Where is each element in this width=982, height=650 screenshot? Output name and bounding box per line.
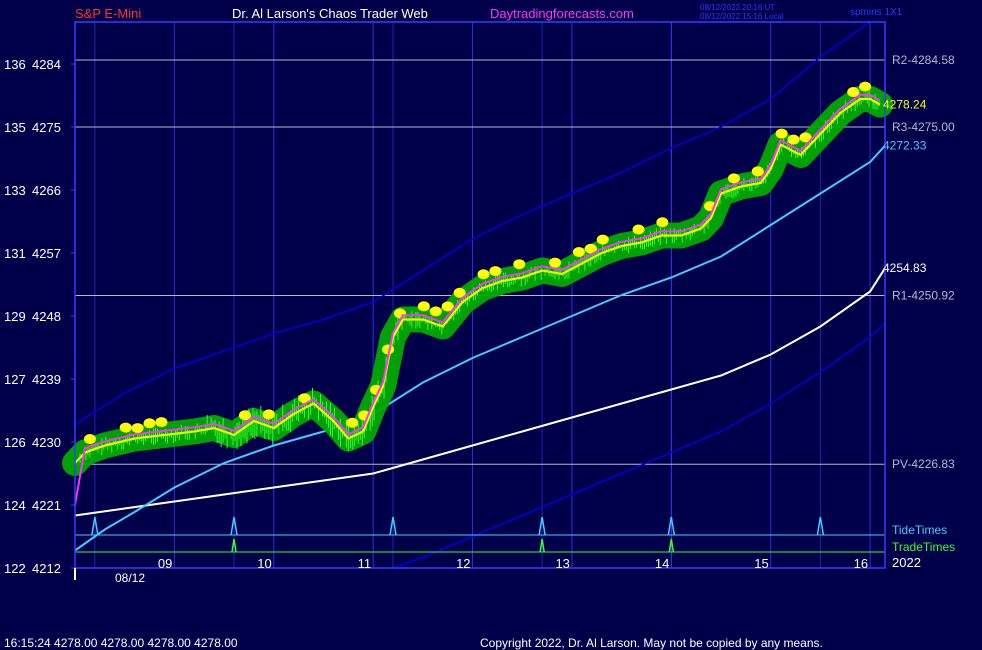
price-high-dot [489,266,502,277]
price-high-dot [83,434,96,445]
x-date-label: 08/12 [115,571,145,585]
price-high-dot [417,301,430,312]
chart-setting: spmins 1X1 [850,7,903,18]
y-tick-price-1: 4221 [32,498,61,513]
level-label-1: R3-4275.00 [892,120,955,134]
y-tick-label-0: 122 [4,561,26,576]
y-tick-label-6: 133 [4,183,26,198]
price-high-dot [727,173,740,184]
price-high-dot [859,81,872,92]
local-time: 08/12/2022 15:16 Local [700,12,784,21]
y-tick-label-2: 126 [4,435,26,450]
y-tick-label-5: 131 [4,246,26,261]
x-tick-label-16: 16 [854,556,868,571]
level-label-2: R1-4250.92 [892,289,955,303]
level-label-3: PV-4226.83 [892,457,955,471]
price-high-dot [131,423,144,434]
price-high-dot [513,259,526,270]
price-high-dot [238,410,251,421]
price-high-dot [847,87,860,98]
instrument-label: S&P E-Mini [75,6,141,21]
y-tick-price-2: 4230 [32,435,61,450]
price-high-dot [572,247,585,258]
price-high-dot [143,418,156,429]
price-high-dot [596,234,609,245]
end-label-price: 4278.24 [883,97,927,111]
trade-times-label: TradeTimes [892,540,955,554]
y-tick-price-6: 4266 [32,183,61,198]
x-tick-label-12: 12 [456,556,470,571]
price-high-dot [632,224,645,235]
y-tick-price-5: 4257 [32,246,61,261]
y-tick-price-8: 4284 [32,57,61,72]
y-tick-label-8: 136 [4,57,26,72]
copyright-notice: Copyright 2022, Dr. Al Larson. May not b… [480,636,823,650]
x-tick-label-10: 10 [257,556,271,571]
x-tick-label-09: 09 [158,556,172,571]
y-tick-price-3: 4239 [32,372,61,387]
x-tick-label-11: 11 [358,556,372,571]
end-label-cyan: 4272.33 [883,139,927,153]
y-tick-price-4: 4248 [32,309,61,324]
y-tick-price-7: 4275 [32,120,61,135]
tide-times-label: TideTimes [892,523,947,537]
y-tick-price-0: 4212 [32,561,61,576]
price-high-dot [549,257,562,268]
price-high-dot [155,417,168,428]
price-high-dot [119,422,132,433]
price-high-dot [656,217,669,228]
level-label-0: R2-4284.58 [892,53,955,67]
quote-readout: 16:15:24 4278.00 4278.00 4278.00 4278.00 [4,636,238,650]
website-link[interactable]: Daytradingforecasts.com [490,6,634,21]
y-tick-label-7: 135 [4,120,26,135]
price-high-dot [751,166,764,177]
x-tick-label-14: 14 [655,556,669,571]
x-tick-label-15: 15 [754,556,768,571]
price-high-dot [393,308,406,319]
y-tick-label-1: 124 [4,498,26,513]
chart: R2-4284.58 R3-4275.00 R1-4250.92 PV-4226.83… [0,0,982,650]
chart-title: Dr. Al Larson's Chaos Trader Web [232,6,428,21]
price-high-dot [477,269,490,280]
price-high-dot [787,134,800,145]
price-high-dot [346,417,359,428]
utc-time: 08/12/2022 20:16 UT [700,3,775,12]
y-tick-label-4: 129 [4,309,26,324]
x-tick-label-13: 13 [555,556,569,571]
x-year-label: 2022 [892,555,921,570]
price-high-dot [775,128,788,139]
price-high-dot [262,409,275,420]
price-high-dot [429,306,442,317]
end-label-white: 4254.83 [883,261,927,275]
y-tick-label-3: 127 [4,372,26,387]
